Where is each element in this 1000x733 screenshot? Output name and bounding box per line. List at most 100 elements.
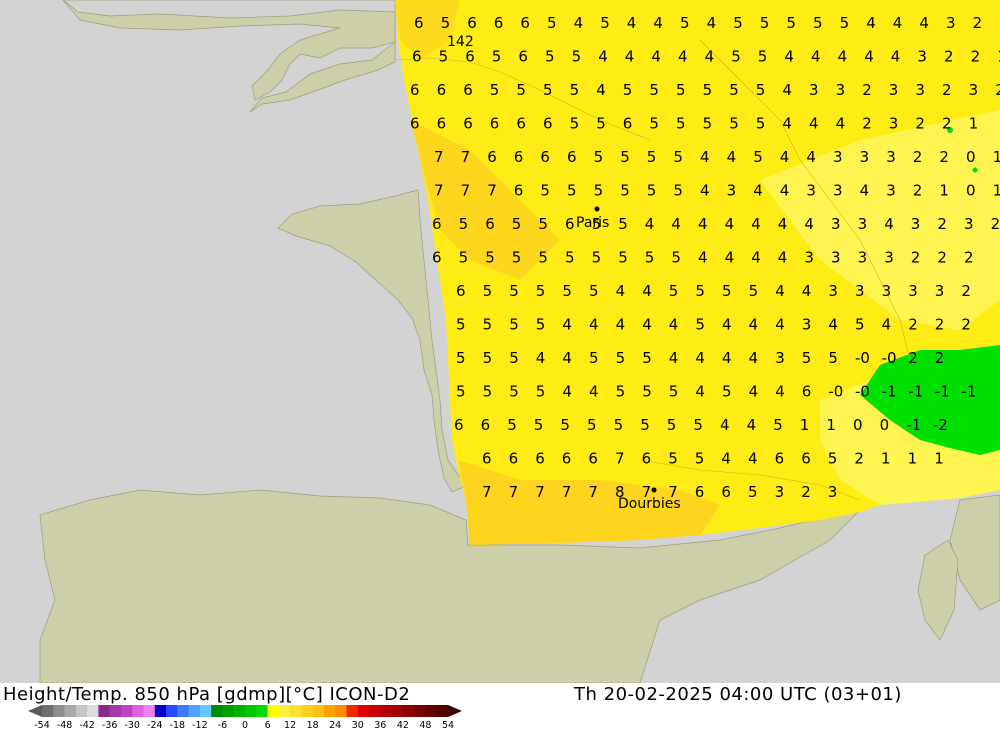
temperature-label: 2 xyxy=(995,81,1000,99)
temperature-label: 2 xyxy=(964,249,974,267)
temperature-label: 5 xyxy=(695,316,705,334)
temperature-label: 4 xyxy=(642,316,652,334)
temperature-label: 4 xyxy=(669,349,679,367)
temperature-label: 3 xyxy=(860,148,870,166)
temperature-label: 5 xyxy=(758,48,768,66)
temperature-label: -1 xyxy=(935,383,950,401)
temperature-label: 5 xyxy=(509,349,519,367)
temperature-label: 2 xyxy=(961,282,971,300)
temperature-label: 4 xyxy=(838,48,848,66)
temperature-label: 2 xyxy=(801,483,811,501)
temperature-label: 2 xyxy=(862,115,872,133)
temperature-label: 3 xyxy=(935,282,945,300)
temperature-label: 1 xyxy=(993,182,1000,200)
temperature-label: 5 xyxy=(483,316,493,334)
temperature-label: 3 xyxy=(886,148,896,166)
temperature-label: 5 xyxy=(536,383,546,401)
temperature-label: 5 xyxy=(616,383,626,401)
temperature-label: 4 xyxy=(562,349,572,367)
temperature-label: 5 xyxy=(733,14,743,32)
temperature-label: 5 xyxy=(748,483,758,501)
temperature-label: 4 xyxy=(775,316,785,334)
temperature-label: 2 xyxy=(961,316,971,334)
weather-map: 6566654544545555544432265656554444455444… xyxy=(0,0,1000,683)
temperature-label: 5 xyxy=(456,316,466,334)
scale-swatch xyxy=(177,705,189,717)
temperature-label: 2 xyxy=(937,249,947,267)
temperature-label: 0 xyxy=(966,182,976,200)
temperature-label: 5 xyxy=(813,14,823,32)
temperature-label: 2 xyxy=(937,215,947,233)
temperature-label: 5 xyxy=(567,182,577,200)
temperature-label: -1 xyxy=(906,416,921,434)
temperature-label: 5 xyxy=(509,282,519,300)
scale-swatch xyxy=(245,705,257,717)
temperature-label: 6 xyxy=(463,81,473,99)
temperature-label: 6 xyxy=(494,14,504,32)
temperature-label: 4 xyxy=(919,14,929,32)
temperature-label: 5 xyxy=(756,115,766,133)
scale-swatch xyxy=(166,705,178,717)
temperature-label: 4 xyxy=(802,282,812,300)
temperature-label: 1 xyxy=(908,450,918,468)
scale-swatch xyxy=(143,705,156,717)
scale-swatch xyxy=(425,705,438,717)
temperature-label: 3 xyxy=(802,316,812,334)
temperature-label: -0 xyxy=(855,349,870,367)
temperature-label: 2 xyxy=(935,316,945,334)
temperature-label: 5 xyxy=(483,282,493,300)
temperature-label: 6 xyxy=(487,148,497,166)
temperature-label: 5 xyxy=(722,282,732,300)
temperature-label: 2 xyxy=(908,316,918,334)
temperature-label: 4 xyxy=(700,182,710,200)
temperature-label: 2 xyxy=(973,14,983,32)
temperature-label: 5 xyxy=(669,383,679,401)
temperature-label: 5 xyxy=(722,383,732,401)
temperature-label: 2 xyxy=(911,249,921,267)
temperature-label: 2 xyxy=(935,349,945,367)
temperature-label: 6 xyxy=(775,450,785,468)
city-label-dourbies: Dourbies xyxy=(618,496,681,512)
temperature-label: 5 xyxy=(512,215,522,233)
temperature-label: 5 xyxy=(703,81,713,99)
temperature-label: 5 xyxy=(594,182,604,200)
temperature-label: 5 xyxy=(543,81,553,99)
temperature-label: 1 xyxy=(969,115,979,133)
temperature-label: 6 xyxy=(412,48,422,66)
temperature-label: 3 xyxy=(804,249,814,267)
temperature-label: 5 xyxy=(570,115,580,133)
scale-swatch xyxy=(64,705,77,717)
temperature-label: 3 xyxy=(884,249,894,267)
temperature-label: 5 xyxy=(840,14,850,32)
temperature-label: 5 xyxy=(676,81,686,99)
scale-swatch xyxy=(256,705,268,717)
temperature-label: 4 xyxy=(780,148,790,166)
temperature-label: 4 xyxy=(751,249,761,267)
scale-arrow-left xyxy=(28,705,42,717)
scale-swatch xyxy=(87,705,99,717)
temperature-label: 2 xyxy=(944,48,954,66)
temperature-label: 6 xyxy=(518,48,528,66)
temperature-label: 4 xyxy=(669,316,679,334)
temperature-label: 4 xyxy=(753,182,763,200)
scale-swatch xyxy=(233,705,246,717)
scale-swatch xyxy=(132,705,144,717)
temperature-label: 4 xyxy=(748,450,758,468)
temperature-label: 4 xyxy=(725,249,735,267)
temperature-label: 5 xyxy=(616,349,626,367)
temperature-label: 5 xyxy=(642,349,652,367)
temperature-label: 2 xyxy=(971,48,981,66)
temperature-label: 5 xyxy=(855,316,865,334)
temperature-label: 6 xyxy=(623,115,633,133)
temperature-label: 4 xyxy=(782,115,792,133)
temperature-label: 5 xyxy=(614,416,624,434)
temperature-label: 6 xyxy=(410,81,420,99)
temperature-label: 5 xyxy=(594,148,604,166)
temperature-label: 3 xyxy=(889,81,899,99)
temperature-label: 5 xyxy=(483,383,493,401)
scale-swatch xyxy=(436,705,449,717)
temperature-label: 4 xyxy=(627,14,637,32)
temperature-label: 7 xyxy=(509,483,519,501)
temperature-label: -0 xyxy=(828,383,843,401)
temperature-label: 4 xyxy=(589,383,599,401)
